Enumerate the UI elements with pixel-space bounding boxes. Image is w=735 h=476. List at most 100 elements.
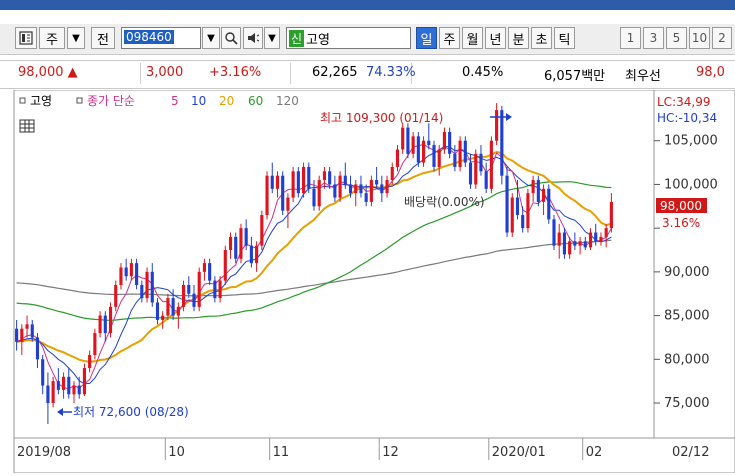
price-chart[interactable]: 75,000 80,000 85,000 90,000 100,000 105,000 2… bbox=[0, 89, 735, 474]
legend-stock-name[interactable]: 고영 bbox=[30, 94, 52, 108]
candle-body bbox=[495, 110, 499, 141]
candle-body bbox=[578, 241, 582, 246]
candle-body bbox=[380, 184, 384, 194]
candle bbox=[291, 166, 295, 202]
period-tab-4[interactable]: 분 bbox=[508, 27, 529, 49]
candle-body bbox=[239, 228, 243, 259]
x-tick-label: 2020/01 bbox=[492, 445, 546, 460]
interval-button-5[interactable]: 5 bbox=[666, 27, 687, 49]
legend-ma-5: 5 bbox=[171, 94, 179, 108]
grid-table-icon[interactable] bbox=[19, 119, 35, 133]
stock-name: 고영 bbox=[306, 32, 330, 48]
candle bbox=[505, 166, 509, 237]
candle-body bbox=[328, 171, 332, 185]
candle-body bbox=[213, 280, 217, 299]
candle-body bbox=[343, 175, 347, 185]
legend-ma-label[interactable]: 종가 단순 bbox=[87, 94, 135, 108]
code-dropdown[interactable]: ▼ bbox=[202, 27, 220, 49]
best-ask-label: 최우선 bbox=[625, 69, 661, 84]
candle-body bbox=[234, 236, 238, 259]
low-price-label: 최저 72,600 (08/28) bbox=[73, 405, 189, 419]
candle-body bbox=[41, 359, 45, 386]
chart-menu-icon-glyph bbox=[19, 31, 33, 45]
candle-body bbox=[505, 175, 509, 233]
candle-body bbox=[542, 188, 546, 202]
candle bbox=[338, 171, 342, 202]
y-tick-label: 85,000 bbox=[664, 309, 710, 324]
stock-code-input[interactable]: 098460 bbox=[121, 27, 201, 49]
speaker-button[interactable] bbox=[243, 27, 263, 49]
candle-body bbox=[30, 324, 34, 338]
candle-body bbox=[51, 381, 55, 404]
candle bbox=[526, 188, 530, 233]
x-tick-label: 02 bbox=[586, 445, 603, 460]
candle-body bbox=[103, 315, 107, 334]
candle-body bbox=[208, 263, 212, 281]
candle-body bbox=[223, 250, 227, 281]
candle-body bbox=[573, 241, 577, 246]
interval-button-2[interactable]: 2 bbox=[712, 27, 732, 49]
candle-body bbox=[395, 149, 400, 167]
y-tick-label: 90,000 bbox=[664, 265, 710, 280]
best-ask-price: 98,0 bbox=[696, 65, 725, 80]
speaker-dropdown[interactable]: ▼ bbox=[264, 27, 280, 49]
candle-body bbox=[255, 245, 259, 264]
candle-body bbox=[354, 184, 358, 194]
candle-body bbox=[568, 241, 572, 255]
period-tab-0[interactable]: 일 bbox=[416, 27, 437, 49]
interval-button-1[interactable]: 1 bbox=[620, 27, 641, 49]
candle-body bbox=[67, 376, 71, 395]
market-dropdown[interactable]: ▼ bbox=[67, 27, 85, 49]
candle-body bbox=[385, 180, 389, 194]
candle-body bbox=[176, 306, 180, 316]
candle bbox=[552, 215, 556, 251]
candle-body bbox=[202, 263, 206, 272]
search-button[interactable] bbox=[221, 27, 241, 49]
dividend-marker: 배당락(0.00%) bbox=[404, 195, 485, 209]
candle-body bbox=[479, 153, 483, 172]
candle-body bbox=[161, 315, 165, 320]
candle-body bbox=[437, 149, 441, 167]
market-select[interactable]: 주 bbox=[39, 27, 65, 49]
candle-body bbox=[129, 263, 133, 277]
candle-body bbox=[369, 180, 373, 202]
current-price-tag-percent: 3.16% bbox=[662, 216, 700, 230]
prev-button[interactable]: 전 bbox=[91, 27, 115, 49]
candle-body bbox=[82, 368, 86, 395]
candle-body bbox=[411, 136, 415, 154]
candle bbox=[474, 149, 478, 189]
candle-body bbox=[93, 333, 97, 355]
candle bbox=[135, 258, 139, 290]
period-tab-2[interactable]: 월 bbox=[462, 27, 483, 49]
legend-ma-10: 10 bbox=[191, 94, 206, 108]
candle-body bbox=[468, 162, 473, 185]
candle bbox=[260, 210, 264, 251]
plot-area bbox=[13, 89, 655, 439]
interval-button-10[interactable]: 10 bbox=[689, 27, 710, 49]
candle-body bbox=[594, 232, 598, 242]
stock-name-field[interactable]: 신 고영 bbox=[286, 27, 411, 49]
candle-body bbox=[599, 236, 603, 242]
candle bbox=[296, 166, 300, 198]
chart-menu-icon[interactable] bbox=[15, 27, 37, 49]
candle-body bbox=[583, 241, 587, 248]
period-tab-1[interactable]: 주 bbox=[439, 27, 460, 49]
candle-body bbox=[35, 337, 40, 360]
candle bbox=[510, 193, 514, 237]
candle-body bbox=[281, 175, 285, 211]
candle bbox=[239, 223, 243, 264]
candle-body bbox=[296, 171, 300, 194]
candle bbox=[406, 123, 410, 159]
candle bbox=[265, 171, 269, 220]
chart-canvas[interactable]: 75,000 80,000 85,000 90,000 100,000 105,000 2… bbox=[0, 89, 735, 474]
period-tab-3[interactable]: 년 bbox=[485, 27, 506, 49]
period-tab-6[interactable]: 틱 bbox=[554, 27, 575, 49]
x-tick-label: 10 bbox=[168, 445, 185, 460]
interval-button-3[interactable]: 3 bbox=[643, 27, 664, 49]
period-tab-5[interactable]: 초 bbox=[531, 27, 552, 49]
candle-body bbox=[98, 315, 102, 334]
candle-body bbox=[171, 298, 175, 316]
candle bbox=[432, 140, 436, 172]
candle-body bbox=[604, 228, 608, 237]
candle-body bbox=[260, 215, 264, 246]
